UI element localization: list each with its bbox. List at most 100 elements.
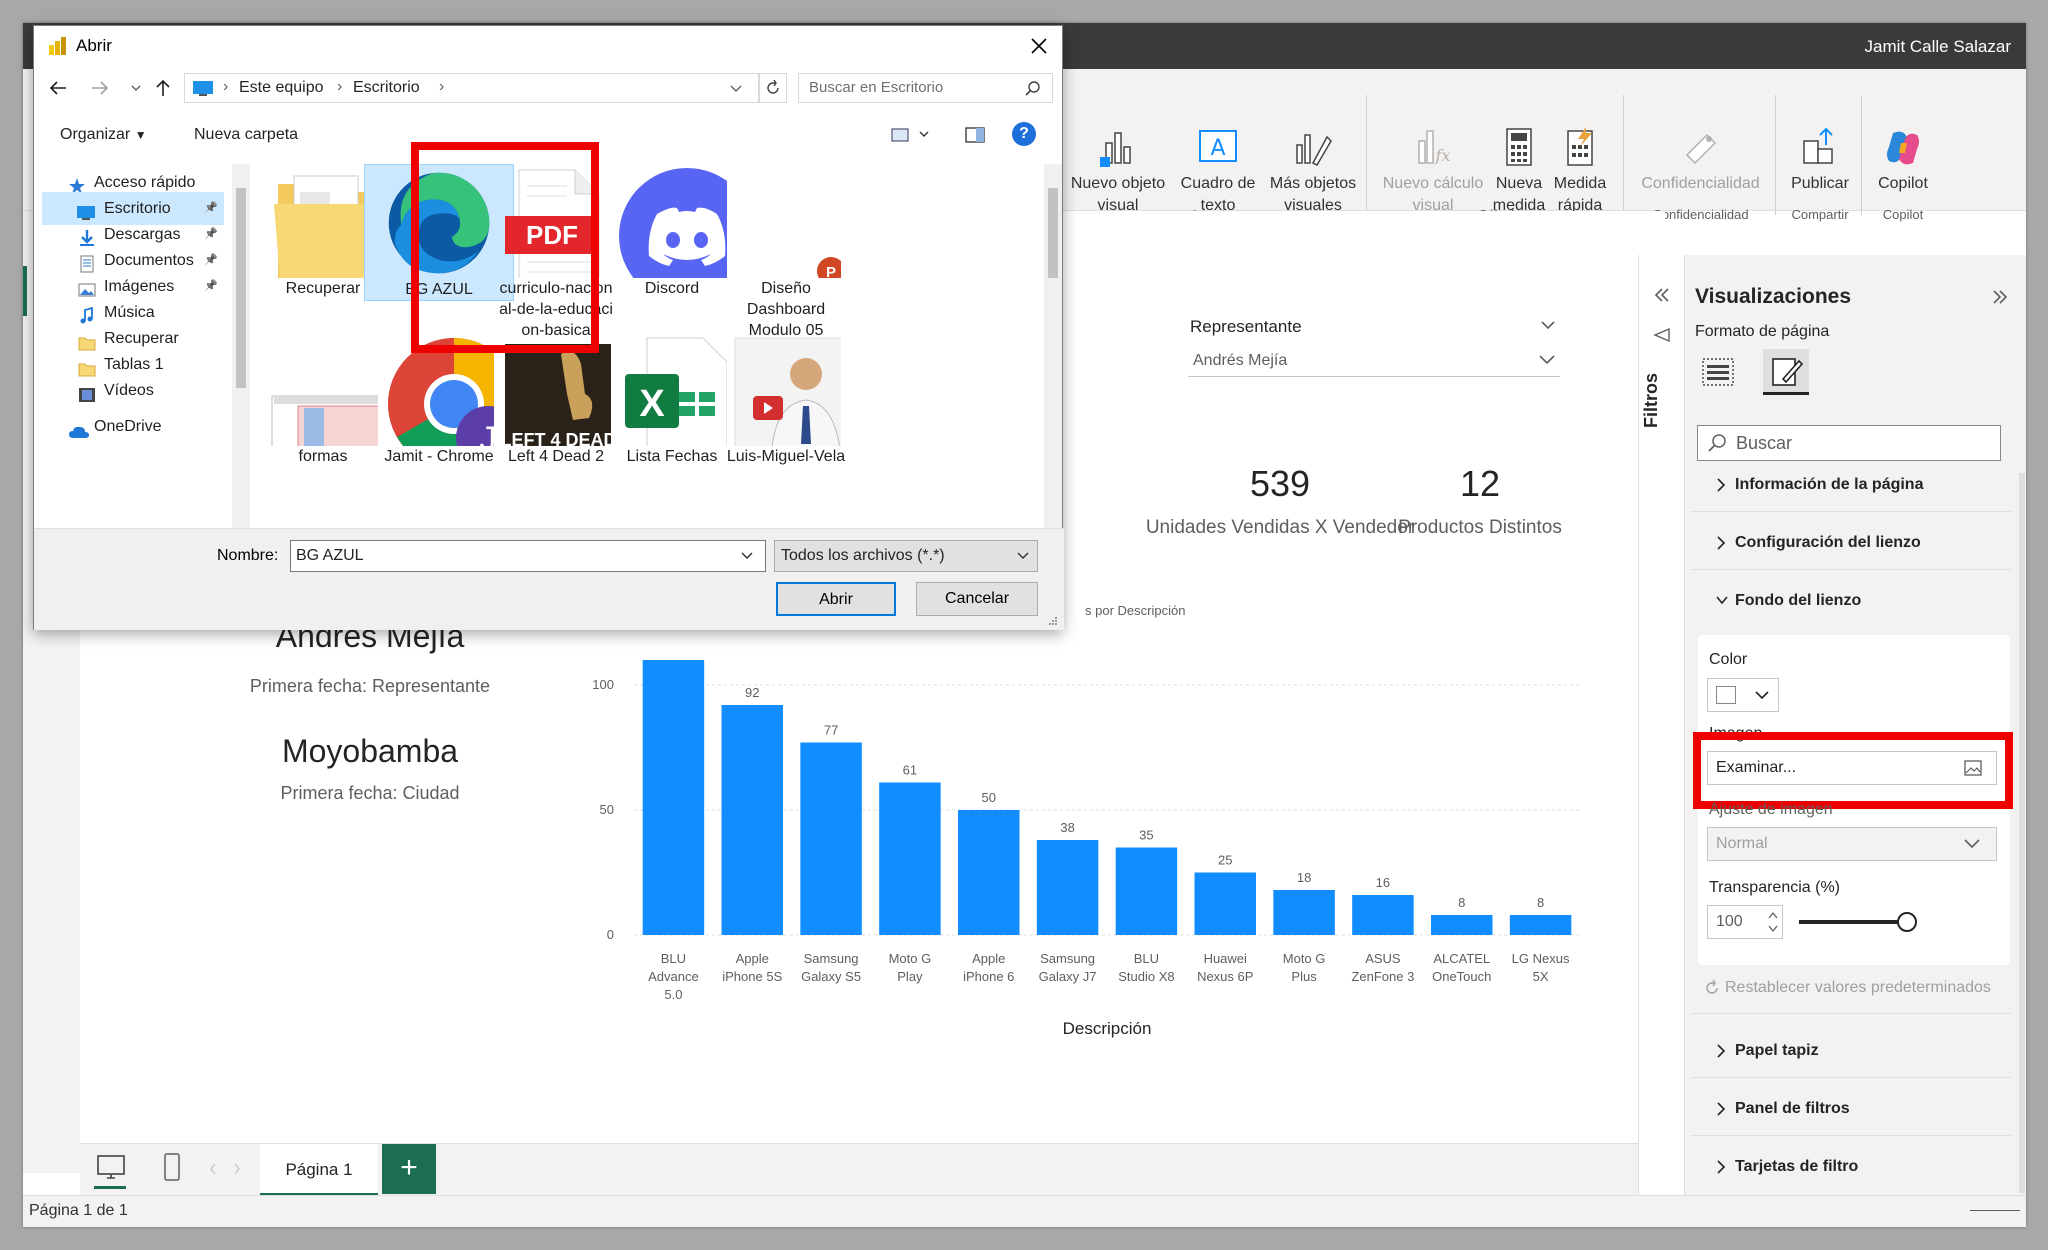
build-visual-icon[interactable] <box>1701 355 1735 389</box>
mobile-layout-icon[interactable] <box>162 1152 182 1184</box>
bar[interactable] <box>958 810 1020 935</box>
bar[interactable] <box>1509 915 1572 935</box>
more-visuals-button[interactable]: Más objetos visuales <box>1263 127 1363 217</box>
tree-scrollbar[interactable] <box>232 164 250 528</box>
new-visual-button[interactable]: Nuevo objeto visual <box>1068 127 1168 217</box>
preview-pane-icon[interactable] <box>964 126 986 144</box>
slider-thumb[interactable] <box>1897 912 1917 932</box>
report-view-indicator[interactable] <box>23 266 27 316</box>
filename-input[interactable]: BG AZUL <box>290 540 766 572</box>
bar[interactable] <box>1352 895 1414 935</box>
spinner-icon[interactable] <box>1767 909 1779 935</box>
chevron-down-icon[interactable] <box>1538 353 1556 365</box>
color-picker[interactable] <box>1707 678 1779 712</box>
slicer-dropdown[interactable]: Andrés Mejía <box>1188 345 1560 377</box>
viz-search-input[interactable]: Buscar <box>1697 425 2001 461</box>
section-wallpaper[interactable]: Papel tapiz <box>1709 1042 2004 1060</box>
bar[interactable] <box>721 705 783 935</box>
breadcrumb-item[interactable]: Escritorio <box>353 79 420 97</box>
address-bar[interactable]: › Este equipo › Escritorio › <box>184 73 759 103</box>
bar[interactable] <box>879 782 941 936</box>
organize-menu[interactable]: Organizar ▼ <box>60 126 147 144</box>
close-icon[interactable] <box>1029 36 1049 56</box>
powerpoint-icon: P <box>711 166 861 278</box>
sensitivity-button[interactable]: Confidencialidad <box>1633 127 1768 195</box>
quick-measure-button[interactable]: Medida rápida <box>1549 127 1611 217</box>
files-scrollbar[interactable] <box>1044 164 1062 528</box>
transparency-slider[interactable] <box>1799 912 1917 932</box>
section-canvas-background[interactable]: Fondo del lienzo <box>1709 592 2004 610</box>
chevron-right-icon <box>1717 1102 1726 1116</box>
tree-item-onedrive[interactable]: OneDrive <box>34 410 224 443</box>
zoom-slider[interactable] <box>1970 1210 2020 1211</box>
chevron-left-icon[interactable] <box>208 1162 218 1176</box>
text-box-button[interactable]: A Cuadro de texto <box>1173 127 1263 217</box>
section-canvas-settings[interactable]: Configuración del lienzo <box>1709 534 2004 552</box>
viz-pane-scrollbar[interactable] <box>2019 473 2025 1193</box>
breadcrumb-item[interactable]: Este equipo <box>239 79 324 97</box>
resize-grip-icon[interactable] <box>1046 614 1058 626</box>
chevron-down-icon[interactable] <box>740 551 754 561</box>
user-name[interactable]: Jamit Calle Salazar <box>1865 37 2011 57</box>
bar[interactable] <box>642 660 705 935</box>
chevron-down-icon[interactable] <box>729 84 743 94</box>
bar[interactable] <box>1115 847 1178 936</box>
image-fit-dropdown[interactable]: Normal <box>1707 827 1997 861</box>
open-button[interactable]: Abrir <box>776 582 896 616</box>
view-options-icon[interactable] <box>890 126 912 144</box>
cancel-button[interactable]: Cancelar <box>916 582 1038 616</box>
chevron-down-icon[interactable] <box>918 130 930 140</box>
desktop-layout-icon[interactable] <box>96 1154 126 1182</box>
format-page-tab[interactable] <box>1763 349 1809 395</box>
dialog-title: Abrir <box>76 36 112 55</box>
data-label: 38 <box>1060 820 1074 835</box>
file-item-luis-miguel-vela[interactable]: Luis-Miguel-Vela <box>711 322 861 467</box>
page-tab[interactable]: Página 1 <box>260 1144 378 1196</box>
dropdown-caret-icon: ▼ <box>134 128 147 142</box>
ribbon-separator <box>1623 95 1624 215</box>
new-measure-button[interactable]: Nueva medida <box>1489 127 1549 217</box>
up-arrow-icon[interactable] <box>154 78 172 98</box>
bar[interactable] <box>1036 840 1099 935</box>
copilot-button[interactable]: Copilot <box>1868 127 1938 195</box>
section-page-info[interactable]: Información de la página <box>1709 476 2004 494</box>
help-icon[interactable]: ? <box>1012 122 1036 146</box>
section-filter-cards[interactable]: Tarjetas de filtro <box>1709 1158 2004 1176</box>
bar[interactable] <box>800 742 862 936</box>
forward-arrow-icon[interactable] <box>90 80 110 96</box>
scroll-thumb[interactable] <box>1048 188 1058 278</box>
x-tick-label: Apple iPhone 5S <box>722 951 782 984</box>
back-arrow-icon[interactable] <box>48 80 68 96</box>
bar-chart[interactable]: 0 50 100 BLU Advance 5.0 92 Apple iPhone 5S 77 Sam… <box>580 631 1640 1041</box>
bar[interactable] <box>1273 890 1335 935</box>
sensitivity-icon <box>1685 133 1716 165</box>
filters-pane-collapsed[interactable]: Filtros <box>1638 255 1684 1205</box>
chart-title: s por Descripción <box>1085 603 1186 618</box>
search-box[interactable]: Buscar en Escritorio <box>798 73 1053 103</box>
bar[interactable] <box>1431 915 1493 935</box>
double-chevron-right-icon[interactable] <box>1991 289 2009 305</box>
reset-defaults-button[interactable]: Restablecer valores predeterminados <box>1725 979 1991 997</box>
status-bar: Página 1 de 1 <box>23 1195 2026 1227</box>
scroll-thumb[interactable] <box>236 188 246 388</box>
chart-svg: 0 50 100 BLU Advance 5.0 92 Apple iPhone 5S 77 Sam… <box>592 660 1580 1038</box>
publish-button[interactable]: Publicar <box>1785 127 1855 195</box>
new-visual-calc-button[interactable]: fx Nuevo cálculo visual <box>1378 127 1488 217</box>
refresh-button[interactable] <box>759 73 787 103</box>
bar[interactable] <box>1194 872 1256 936</box>
ribbon-group-label: Copilot <box>1882 207 1924 222</box>
recent-dropdown-icon[interactable] <box>130 84 142 94</box>
svg-text:fx: fx <box>1435 146 1451 165</box>
divider <box>1691 511 2011 512</box>
chevron-right-icon[interactable] <box>232 1162 242 1176</box>
double-chevron-left-icon[interactable] <box>1653 287 1671 303</box>
ribbon-separator <box>1775 95 1776 215</box>
chevron-down-icon[interactable] <box>1540 319 1556 331</box>
filetype-dropdown[interactable]: Todos los archivos (*.*) <box>774 540 1038 572</box>
section-filter-pane[interactable]: Panel de filtros <box>1709 1100 2004 1118</box>
new-folder-button[interactable]: Nueva carpeta <box>194 126 298 144</box>
add-page-button[interactable]: + <box>382 1144 436 1194</box>
star-icon <box>68 174 86 194</box>
tree-item-vídeos[interactable]: Vídeos <box>34 374 224 407</box>
file-item-dise-o-dashboard-modulo-05[interactable]: P Diseño Dashboard Modulo 05 <box>711 164 861 341</box>
